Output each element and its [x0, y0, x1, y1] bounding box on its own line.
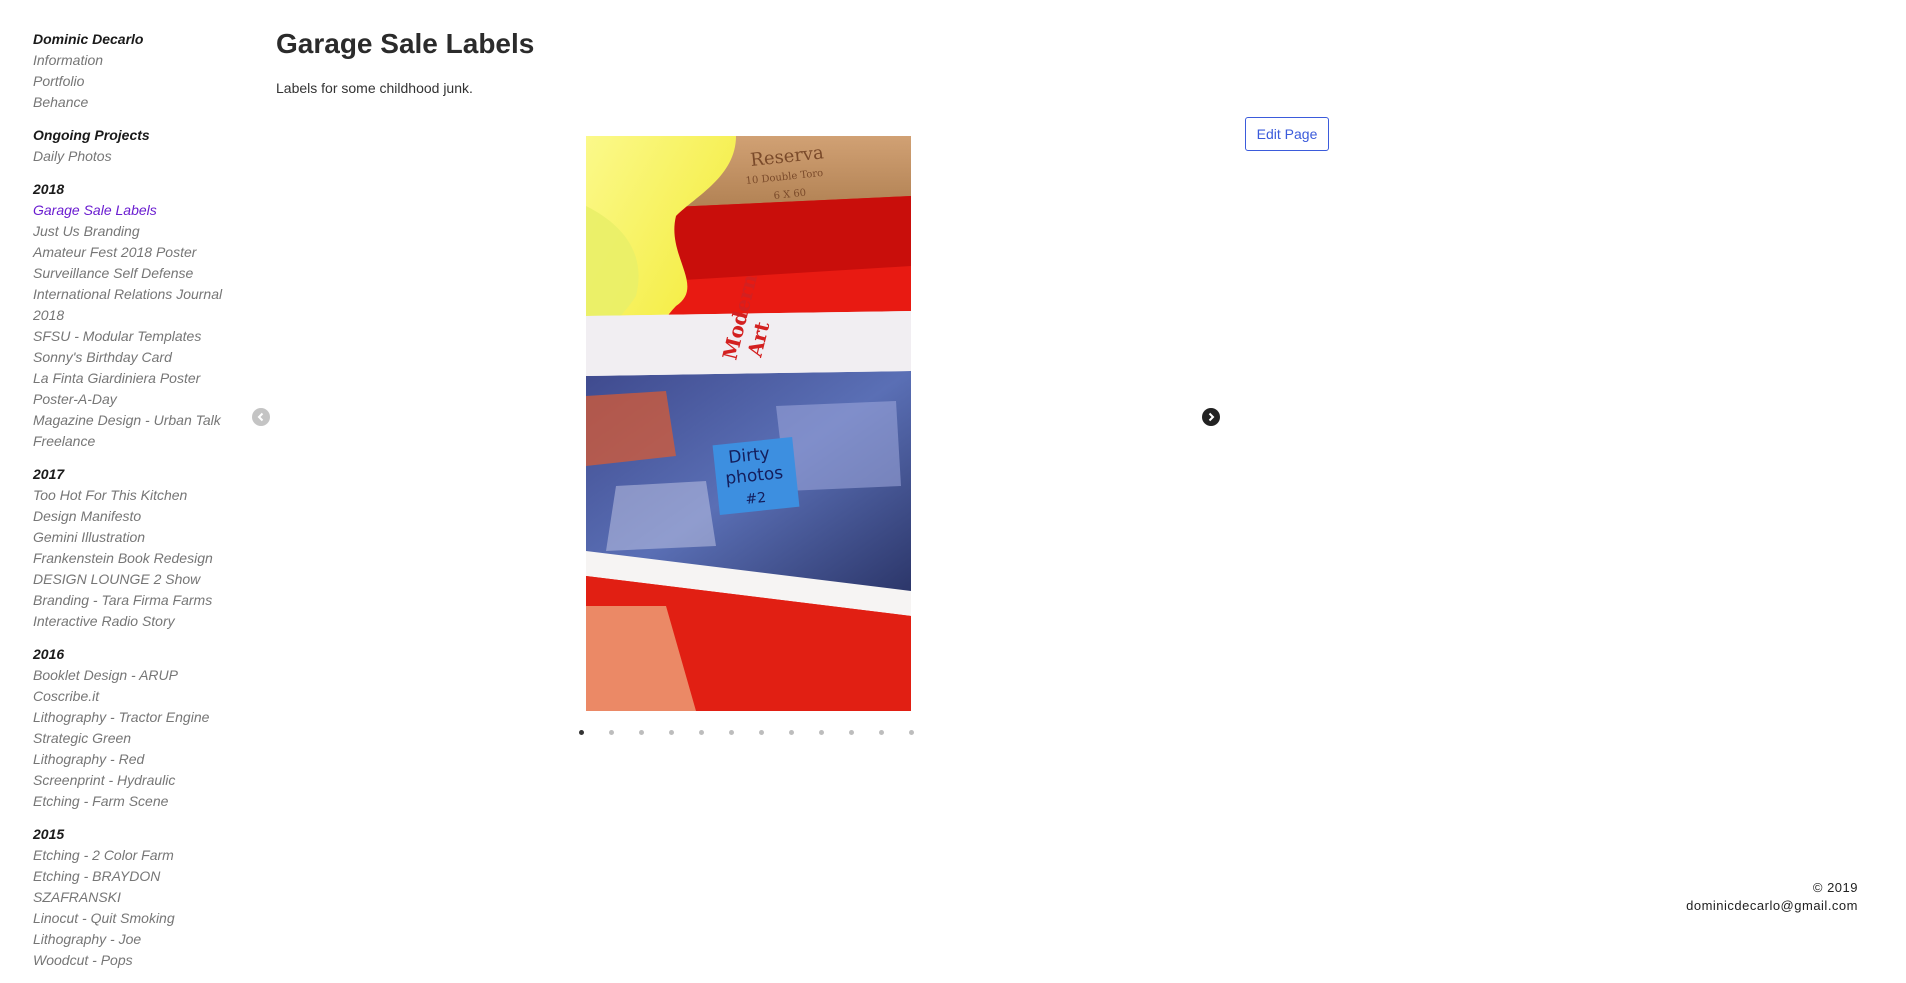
sidebar-project-link[interactable]: Linocut - Quit Smoking	[33, 908, 233, 929]
sidebar-project-link[interactable]: Garage Sale Labels	[33, 200, 233, 221]
slide-dot[interactable]	[879, 727, 909, 737]
sidebar-project-link[interactable]: Amateur Fest 2018 Poster	[33, 242, 233, 263]
dot-marker	[819, 729, 824, 735]
slide-dot[interactable]	[609, 727, 639, 737]
slide-image[interactable]: Reserva 10 Double Toro 6 X 60 Modern Art…	[586, 136, 911, 711]
slide-indicator-dots	[579, 727, 939, 737]
sidebar-project-link[interactable]: Etching - 2 Color Farm	[33, 845, 233, 866]
contact-email[interactable]: dominicdecarlo@gmail.com	[1686, 897, 1858, 915]
sidebar-project-link[interactable]: Lithography - Joe	[33, 929, 233, 950]
sidebar-project-link[interactable]: Sonny's Birthday Card	[33, 347, 233, 368]
slide-dot[interactable]	[789, 727, 819, 737]
dot-marker	[909, 729, 914, 735]
image-slideshow: Reserva 10 Double Toro 6 X 60 Modern Art…	[252, 136, 1236, 737]
sidebar-project-link[interactable]: Woodcut - Pops	[33, 950, 233, 971]
sidebar-project-link[interactable]: Coscribe.it	[33, 686, 233, 707]
sidebar-project-link[interactable]: Just Us Branding	[33, 221, 233, 242]
edit-page-button[interactable]: Edit Page	[1245, 117, 1329, 151]
sidebar-project-link[interactable]: Surveillance Self Defense	[33, 263, 233, 284]
page-description: Labels for some childhood junk.	[276, 80, 473, 96]
svg-text:#2: #2	[745, 490, 767, 508]
slide-dot[interactable]	[579, 727, 609, 737]
owner-group: Dominic Decarlo Information Portfolio Be…	[33, 29, 233, 113]
slide-dot[interactable]	[759, 727, 789, 737]
dot-marker	[759, 729, 764, 735]
sidebar-project-link[interactable]: Magazine Design - Urban Talk	[33, 410, 233, 431]
sidebar-project-link[interactable]: Etching - Farm Scene	[33, 791, 233, 812]
sidebar-project-link[interactable]: International Relations Journal 2018	[33, 284, 233, 326]
nav-group: 2016 Booklet Design - ARUP Coscribe.it Lith…	[33, 644, 233, 812]
dot-marker	[639, 729, 644, 735]
nav-link-information[interactable]: Information	[33, 50, 233, 71]
sidebar-project-link[interactable]: Interactive Radio Story	[33, 611, 233, 632]
dot-marker	[669, 729, 674, 735]
sidebar-project-link[interactable]: Frankenstein Book Redesign	[33, 548, 233, 569]
dot-marker	[789, 729, 794, 735]
sidebar-project-link[interactable]: Freelance	[33, 431, 233, 452]
dot-marker	[699, 729, 704, 735]
nav-link-behance[interactable]: Behance	[33, 92, 233, 113]
slide-dot[interactable]	[729, 727, 759, 737]
sidebar-project-link[interactable]: Strategic Green	[33, 728, 233, 749]
main-content: Garage Sale Labels Labels for some child…	[252, 0, 1329, 970]
photo-illustration: Reserva 10 Double Toro 6 X 60 Modern Art…	[586, 136, 911, 711]
sidebar-project-link[interactable]: La Finta Giardiniera Poster	[33, 368, 233, 389]
slide-dot[interactable]	[639, 727, 669, 737]
nav-group: 2015 Etching - 2 Color Farm Etching - BRAY…	[33, 824, 233, 971]
page-title: Garage Sale Labels	[276, 28, 535, 59]
nav-group: 2018 Garage Sale Labels Just Us Branding Am…	[33, 179, 233, 452]
sidebar-project-link[interactable]: Screenprint - Hydraulic	[33, 770, 233, 791]
nav-group-heading: 2016	[33, 646, 65, 662]
nav-group-heading: 2017	[33, 466, 65, 482]
copyright-text: © 2019	[1812, 880, 1858, 895]
sidebar-project-link[interactable]: Design Manifesto	[33, 506, 233, 527]
slide-dot[interactable]	[699, 727, 729, 737]
nav-link-portfolio[interactable]: Portfolio	[33, 71, 233, 92]
sidebar-project-link[interactable]: Booklet Design - ARUP	[33, 665, 233, 686]
chevron-left-circle-icon[interactable]	[252, 408, 270, 426]
footer: © 2019 dominicdecarlo@gmail.com	[1686, 879, 1858, 915]
nav-group-heading: Ongoing Projects	[33, 127, 150, 143]
sidebar-project-link[interactable]: Lithography - Tractor Engine	[33, 707, 233, 728]
sidebar-project-link[interactable]: Daily Photos	[33, 146, 233, 167]
nav-group-heading: 2015	[33, 826, 65, 842]
sidebar-project-link[interactable]: Etching - BRAYDON SZAFRANSKI	[33, 866, 233, 908]
slide-dot[interactable]	[819, 727, 849, 737]
sidebar-project-link[interactable]: SFSU - Modular Templates	[33, 326, 233, 347]
sidebar: Dominic Decarlo Information Portfolio Be…	[33, 29, 233, 983]
sidebar-project-link[interactable]: Lithography - Red	[33, 749, 233, 770]
chevron-right-circle-icon[interactable]	[1202, 408, 1220, 426]
sidebar-project-link[interactable]: Branding - Tara Firma Farms	[33, 590, 233, 611]
project-groups: Ongoing Projects Daily Photos 2018 Garage S…	[33, 125, 233, 971]
sidebar-project-link[interactable]: Too Hot For This Kitchen	[33, 485, 233, 506]
site-owner-name[interactable]: Dominic Decarlo	[33, 29, 233, 50]
sidebar-project-link[interactable]: DESIGN LOUNGE 2 Show	[33, 569, 233, 590]
dot-marker	[849, 729, 854, 735]
dot-marker	[729, 729, 734, 735]
slide-dot[interactable]	[849, 727, 879, 737]
dot-marker	[579, 729, 584, 735]
sidebar-project-link[interactable]: Poster-A-Day	[33, 389, 233, 410]
nav-group-heading: 2018	[33, 181, 65, 197]
sidebar-project-link[interactable]: Gemini Illustration	[33, 527, 233, 548]
dot-marker	[879, 729, 884, 735]
dot-marker	[609, 729, 614, 735]
slide-dot[interactable]	[669, 727, 699, 737]
nav-group: 2017 Too Hot For This Kitchen Design Manif…	[33, 464, 233, 632]
slide-dot[interactable]	[909, 727, 939, 737]
nav-group: Ongoing Projects Daily Photos	[33, 125, 233, 167]
